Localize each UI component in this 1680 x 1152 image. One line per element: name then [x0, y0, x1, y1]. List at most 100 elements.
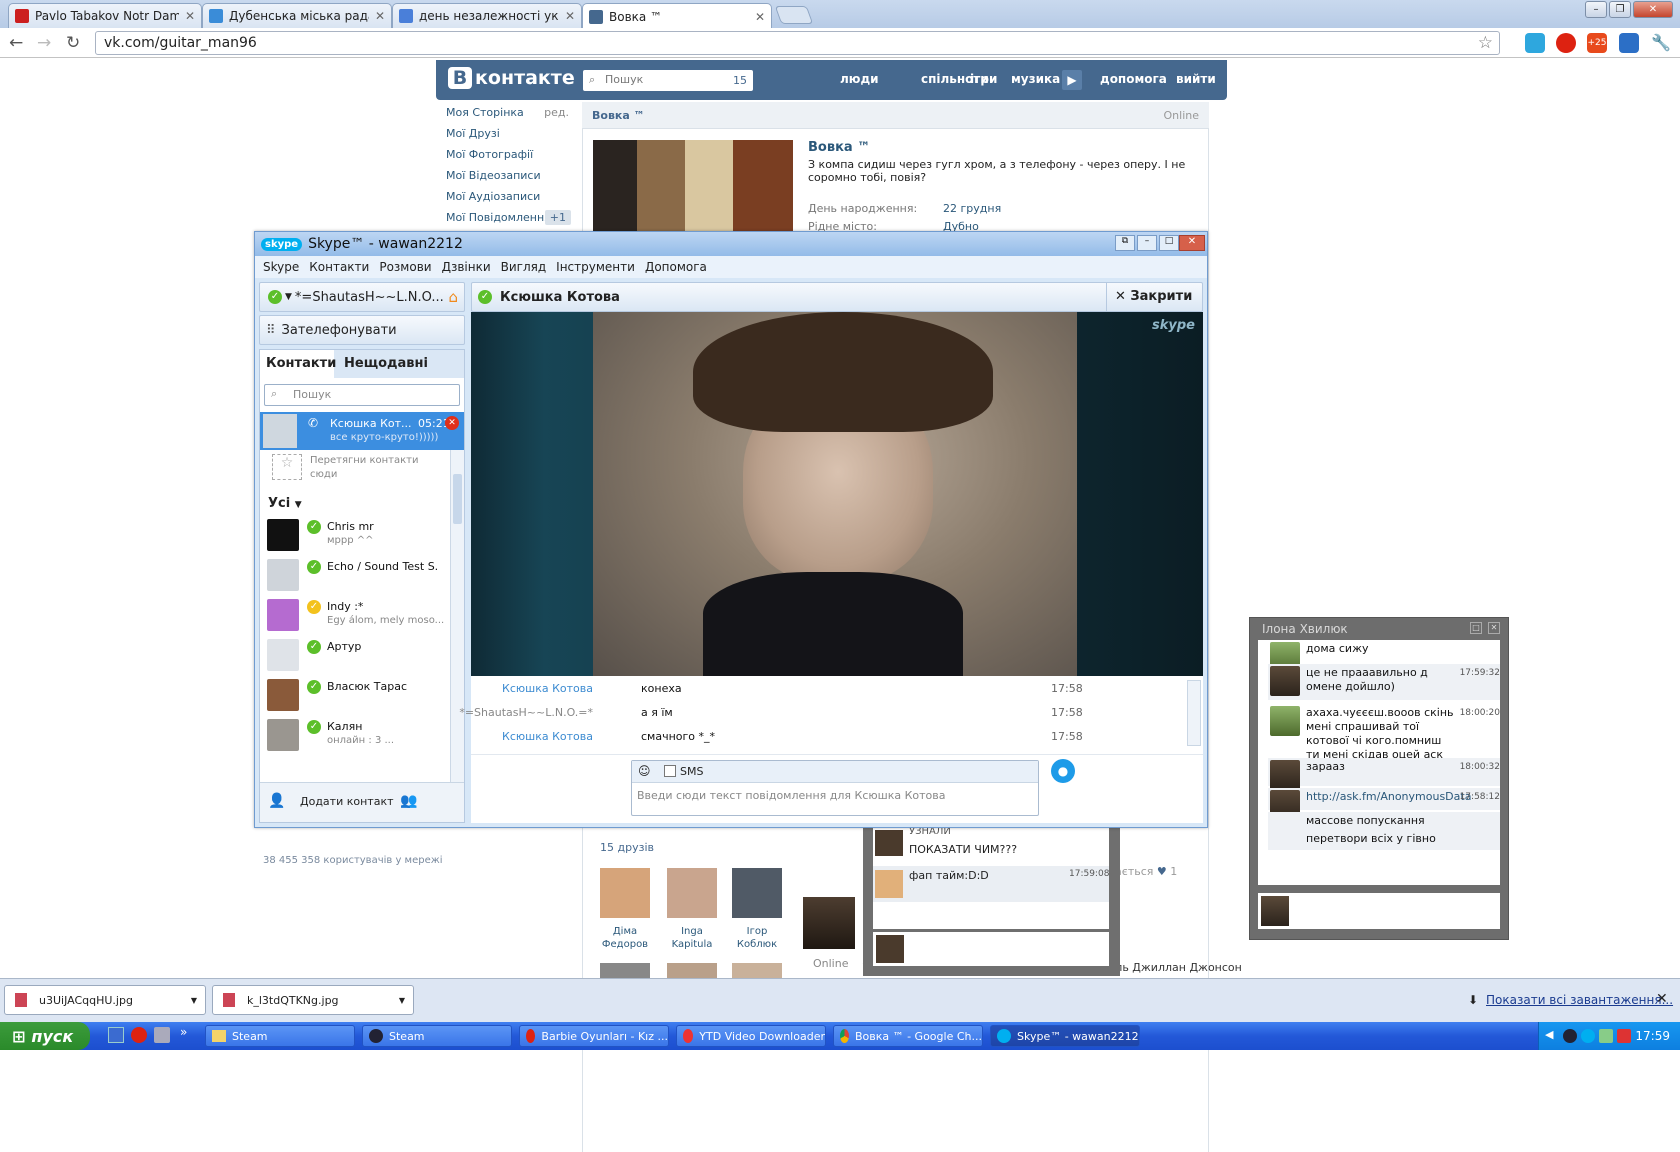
tab-1[interactable]: Pavlo Tabakov Notr Damme d ✕: [8, 3, 202, 28]
emoticon-icon[interactable]: ☺: [638, 764, 651, 778]
expand-icon[interactable]: □: [1470, 622, 1482, 634]
contact-item[interactable]: ✓ Chris mr мррр ^^: [260, 516, 450, 556]
download-item[interactable]: u3UiJACqqHU.jpg ▼: [4, 985, 206, 1015]
close-icon[interactable]: ✕: [755, 10, 765, 24]
group-selector[interactable]: Усі ▼: [268, 496, 302, 511]
task-ytd[interactable]: YTD Video Downloader: [676, 1025, 826, 1047]
nav-logout[interactable]: вийти: [1176, 72, 1216, 86]
close-button[interactable]: ✕: [1179, 235, 1205, 251]
steam-tray-icon[interactable]: [1563, 1029, 1577, 1043]
task-chrome[interactable]: Вовка ™ - Google Ch...: [833, 1025, 983, 1047]
minimize-button[interactable]: –: [1137, 235, 1157, 251]
message-author[interactable]: Ксюшка Котова: [502, 730, 593, 743]
friend-name[interactable]: Ігор Коблюк: [732, 925, 782, 951]
tab-2[interactable]: Дубенська міська рада ✕: [202, 3, 392, 28]
skype-extension-icon[interactable]: [1525, 33, 1545, 53]
profile-bar[interactable]: ✓ ▼ *=ShautasH~~L.N.O... ⌂: [259, 282, 465, 312]
friend-avatar[interactable]: [667, 963, 717, 978]
send-icon[interactable]: ●: [1051, 759, 1075, 783]
chevron-down-icon[interactable]: ▼: [191, 996, 197, 1005]
screen-extension-icon[interactable]: [1619, 33, 1639, 53]
birthday-value[interactable]: 22 грудня: [943, 202, 1001, 215]
active-call-item[interactable]: ✆ Ксюшка Кот... 05:21 все круто-круто!))…: [260, 412, 464, 450]
skype-tray-icon[interactable]: [1581, 1029, 1595, 1043]
compact-view-button[interactable]: ⧉: [1115, 235, 1135, 251]
scroll-thumb[interactable]: [453, 474, 462, 524]
profile-status[interactable]: З компа сидиш через гугл хром, а з телеф…: [808, 158, 1193, 184]
friend-name[interactable]: Inga Kapitula: [667, 925, 717, 951]
tab-4[interactable]: Вовка ™ ✕: [582, 3, 772, 29]
task-opera[interactable]: Barbie Oyunları - Kız ...: [519, 1025, 669, 1047]
call-phones-button[interactable]: ⠿ Зателефонувати: [259, 315, 465, 345]
tab-3[interactable]: день незалежності україни ✕: [392, 3, 582, 28]
nav-people[interactable]: люди: [840, 72, 879, 86]
new-tab-button[interactable]: [774, 6, 814, 24]
maximize-button[interactable]: ❐: [1609, 1, 1631, 18]
friend-avatar[interactable]: [600, 963, 650, 978]
address-bar[interactable]: vk.com/guitar_man96 ☆: [95, 31, 1500, 55]
menu-videos[interactable]: Мої Відеозаписи: [436, 165, 579, 186]
back-icon[interactable]: ←: [9, 33, 23, 53]
tab-contacts[interactable]: Контакти: [260, 350, 336, 378]
message-author[interactable]: Ксюшка Котова: [502, 682, 593, 695]
home-icon[interactable]: ⌂: [448, 288, 458, 306]
close-icon[interactable]: ✕: [1656, 991, 1668, 1007]
nav-games[interactable]: ігри: [970, 72, 997, 86]
contact-item[interactable]: ✓ Indy :* Egy álom, mely moso...: [260, 596, 450, 636]
close-icon[interactable]: ✕: [565, 9, 575, 23]
profile-photo[interactable]: [593, 140, 793, 232]
add-contact-button[interactable]: Додати контакт: [300, 795, 394, 808]
play-icon[interactable]: ▶: [1062, 70, 1082, 90]
menu-help[interactable]: Допомога: [645, 260, 707, 274]
show-all-downloads-link[interactable]: Показати всі завантаження...: [1486, 993, 1673, 1007]
star-icon[interactable]: ☆: [1478, 33, 1493, 53]
video-area[interactable]: skype: [471, 312, 1203, 676]
hangup-icon[interactable]: ✕: [445, 416, 459, 430]
menu-view[interactable]: Вигляд: [501, 260, 547, 274]
chat-scrollbar[interactable]: [1187, 680, 1201, 746]
friend-avatar[interactable]: [732, 868, 782, 918]
vk-chat-input[interactable]: [873, 932, 1109, 966]
message-input[interactable]: ☺ SMS Введи сюди текст повідомлення для …: [631, 760, 1039, 816]
author-avatar[interactable]: [803, 897, 855, 949]
friend-avatar[interactable]: [667, 868, 717, 918]
steam-quick-icon[interactable]: [154, 1027, 170, 1043]
chevron-down-icon[interactable]: ▼: [285, 292, 292, 302]
menu-audio[interactable]: Мої Аудіозаписи: [436, 186, 579, 207]
task-steam-folder[interactable]: Steam: [205, 1025, 355, 1047]
maximize-button[interactable]: □: [1159, 235, 1179, 251]
menu-tools[interactable]: Інструменти: [556, 260, 635, 274]
contacts-scrollbar[interactable]: [450, 450, 464, 796]
download-item[interactable]: k_l3tdQTKNg.jpg ▼: [212, 985, 414, 1015]
start-button[interactable]: ⊞ пуск: [0, 1022, 90, 1050]
window-close-button[interactable]: ✕: [1633, 1, 1673, 18]
chevron-right-icon[interactable]: »: [180, 1025, 187, 1039]
contact-item[interactable]: ✓ Echo / Sound Test S...: [260, 556, 450, 596]
vk-search-input[interactable]: ⌕ Пошук 15: [583, 70, 753, 91]
create-group-icon[interactable]: 👥: [400, 793, 417, 809]
friend-avatar[interactable]: [732, 963, 782, 978]
close-conversation-button[interactable]: ✕ Закрити: [1106, 283, 1202, 311]
nav-music[interactable]: музика: [1011, 72, 1060, 86]
sms-checkbox[interactable]: [664, 765, 676, 777]
menu-friends[interactable]: Мої Друзі: [436, 123, 579, 144]
add-contact-icon[interactable]: 👤: [268, 793, 285, 809]
notification-extension-icon[interactable]: +25: [1587, 33, 1607, 53]
nav-help[interactable]: допомога: [1100, 72, 1167, 86]
opera-icon[interactable]: [131, 1027, 147, 1043]
menu-calls[interactable]: Дзвінки: [442, 260, 491, 274]
menu-contacts[interactable]: Контакти: [309, 260, 369, 274]
menu-skype[interactable]: Skype: [263, 260, 299, 274]
friends-count[interactable]: 15 друзів: [600, 841, 654, 854]
task-steam[interactable]: Steam: [362, 1025, 512, 1047]
menu-conversations[interactable]: Розмови: [379, 260, 431, 274]
friend-avatar[interactable]: [600, 868, 650, 918]
contact-search-input[interactable]: ⌕ Пошук: [264, 384, 460, 406]
menu-photos[interactable]: Мої Фотографії: [436, 144, 579, 165]
contact-item[interactable]: ✓ Власюк Тарас: [260, 676, 450, 716]
popup-message-input[interactable]: [1258, 893, 1500, 929]
edit-link[interactable]: ред.: [544, 102, 569, 123]
contact-item[interactable]: ✓ Калян онлайн : 3 ...: [260, 716, 450, 756]
tray-expand-icon[interactable]: ◀: [1545, 1028, 1553, 1041]
chat-partner-name[interactable]: Ілона Хвилюк: [1262, 622, 1348, 636]
